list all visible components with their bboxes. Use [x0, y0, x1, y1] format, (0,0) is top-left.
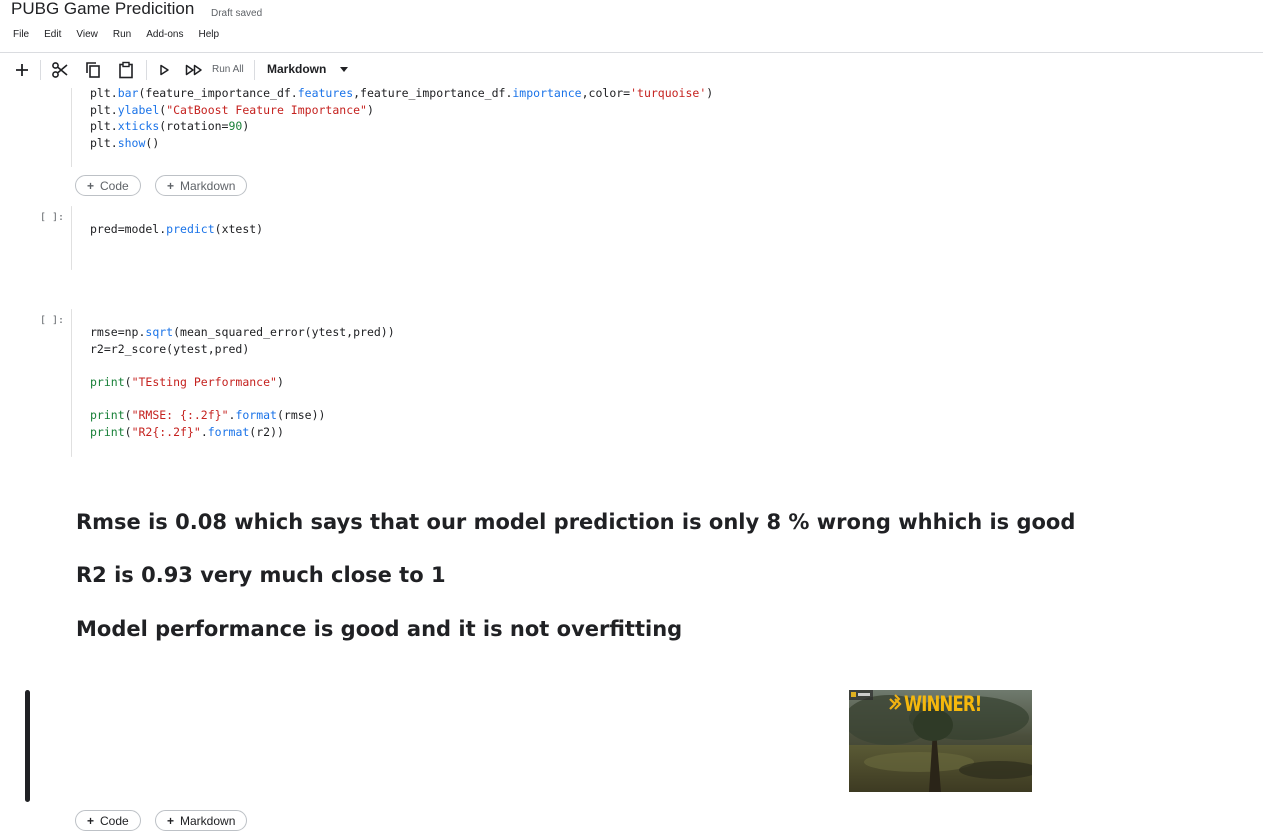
- add-cell-button[interactable]: [13, 61, 31, 79]
- cell-prompt: [ ]:: [40, 212, 65, 223]
- clipboard-icon: [119, 61, 133, 79]
- code-line: print("RMSE: {:.2f}".format(rmse)): [90, 407, 326, 422]
- winner-banner-text: WINNER!: [904, 692, 982, 716]
- add-code-label: Code: [100, 813, 129, 828]
- cut-button[interactable]: [50, 61, 70, 79]
- menu-edit[interactable]: Edit: [44, 29, 61, 40]
- menu-help[interactable]: Help: [198, 29, 219, 40]
- menu-file[interactable]: File: [13, 29, 29, 40]
- run-all-button[interactable]: [184, 61, 204, 79]
- run-all-label[interactable]: Run All: [212, 64, 244, 75]
- save-status: Draft saved: [211, 8, 263, 19]
- code-line: print("TEsting Performance"): [90, 374, 284, 389]
- code-editor[interactable]: rmse=np.sqrt(mean_squared_error(ytest,pr…: [90, 324, 395, 440]
- plus-icon: +: [87, 813, 95, 828]
- menu-view[interactable]: View: [76, 29, 98, 40]
- selected-cell-indicator: [25, 690, 30, 802]
- add-markdown-label: Markdown: [180, 178, 236, 193]
- add-markdown-cell-button[interactable]: + Markdown: [155, 175, 248, 196]
- menu-addons[interactable]: Add-ons: [146, 29, 183, 40]
- code-line: plt.xticks(rotation=90): [90, 119, 250, 134]
- menu-run[interactable]: Run: [113, 29, 131, 40]
- code-editor[interactable]: pred=model.predict(xtest): [90, 221, 263, 238]
- run-cell-button[interactable]: [157, 61, 171, 79]
- add-markdown-label: Markdown: [180, 813, 236, 828]
- markdown-heading-rmse: Rmse is 0.08 which says that our model p…: [76, 510, 1076, 534]
- code-line: r2=r2_score(ytest,pred): [90, 341, 250, 356]
- notebook-title[interactable]: PUBG Game Predicition: [11, 0, 194, 19]
- plus-icon: [16, 64, 28, 76]
- toolbar-divider: [254, 60, 255, 80]
- toolbar-divider: [146, 60, 147, 80]
- toolbar-divider: [40, 60, 41, 80]
- code-cell-predict[interactable]: pred=model.predict(xtest): [71, 206, 263, 270]
- markdown-heading-performance: Model performance is good and it is not …: [76, 617, 683, 641]
- chevron-down-icon: [340, 66, 349, 72]
- code-line: plt.bar(feature_importance_df.features,f…: [90, 86, 714, 100]
- code-line: pred=model.predict(xtest): [90, 222, 264, 236]
- play-icon: [160, 64, 169, 76]
- cell-type-value: Markdown: [267, 62, 327, 76]
- paste-button[interactable]: [116, 61, 136, 79]
- notebook-header: PUBG Game Predicition Draft saved File E…: [0, 0, 1263, 53]
- markdown-heading-r2: R2 is 0.93 very much close to 1: [76, 563, 446, 587]
- add-code-label: Code: [100, 178, 129, 193]
- code-line: plt.show(): [90, 135, 160, 150]
- code-cell-feature-plot[interactable]: plt.bar(feature_importance_df.features,f…: [71, 86, 713, 167]
- plus-icon: +: [167, 178, 175, 193]
- plus-icon: +: [167, 813, 175, 828]
- code-cell-metrics[interactable]: rmse=np.sqrt(mean_squared_error(ytest,pr…: [71, 309, 395, 457]
- cell-type-select[interactable]: Markdown: [267, 62, 349, 76]
- plus-icon: +: [87, 178, 95, 193]
- menu-bar: File Edit View Run Add-ons Help: [13, 29, 234, 40]
- add-code-cell-button[interactable]: + Code: [75, 175, 141, 196]
- winner-image: WINNER!: [849, 690, 1032, 792]
- add-markdown-cell-button[interactable]: + Markdown: [155, 810, 248, 831]
- code-line: plt.ylabel("CatBoost Feature Importance"…: [90, 102, 374, 117]
- copy-icon: [86, 62, 100, 78]
- scissors-icon: [52, 62, 68, 78]
- code-editor[interactable]: plt.bar(feature_importance_df.features,f…: [90, 85, 713, 151]
- cell-prompt: [ ]:: [40, 315, 65, 326]
- add-code-cell-button[interactable]: + Code: [75, 810, 141, 831]
- copy-button[interactable]: [83, 61, 103, 79]
- fast-forward-icon: [185, 64, 202, 76]
- notebook-toolbar: Run All Markdown: [0, 53, 1263, 87]
- code-line: print("R2{:.2f}".format(r2)): [90, 424, 284, 439]
- code-line: rmse=np.sqrt(mean_squared_error(ytest,pr…: [90, 325, 395, 339]
